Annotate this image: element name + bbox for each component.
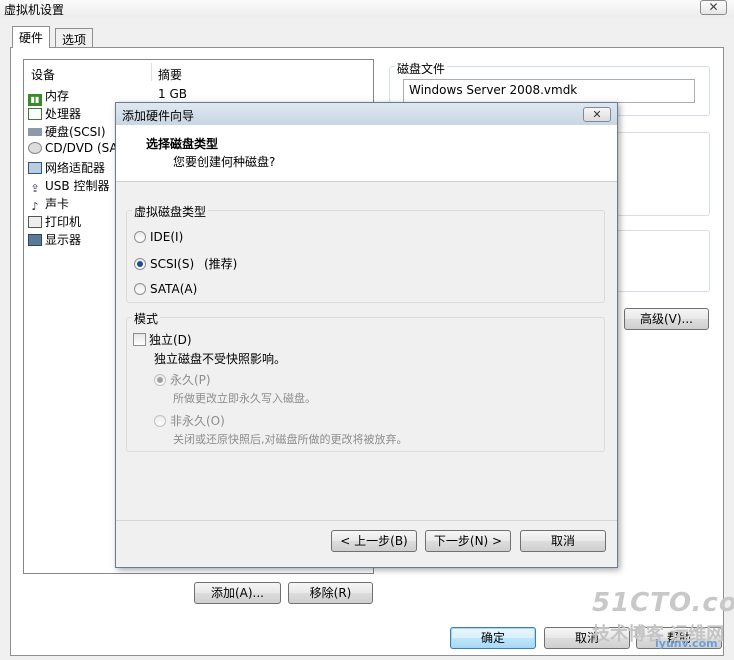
scsi-label: SCSI(S) — [150, 257, 195, 271]
nonpersistent-description: 关闭或还原快照后,对磁盘所做的更改将被放弃。 — [173, 433, 408, 446]
next-button[interactable]: 下一步(N) > — [425, 530, 511, 552]
tab-hardware[interactable]: 硬件 — [12, 26, 51, 48]
sata-option[interactable]: SATA(A) — [134, 282, 197, 296]
device-label: 显示器 — [45, 233, 82, 247]
window-titlebar — [0, 0, 734, 18]
device-row-cd-dvd[interactable]: CD/DVD (SA — [28, 141, 118, 159]
wizard-subheading: 您要创建何种磁盘? — [173, 155, 276, 169]
nonpersistent-label: 非永久(O) — [170, 414, 225, 428]
device-label: 声卡 — [45, 197, 70, 211]
device-label: USB 控制器 — [45, 179, 110, 193]
usb-icon: ⇪ — [30, 182, 40, 195]
device-row-printer[interactable]: 打印机 — [28, 213, 81, 231]
wizard-close-button[interactable]: ✕ — [583, 107, 611, 122]
sata-label: SATA(A) — [150, 282, 198, 296]
column-header-device[interactable]: 设备 — [31, 66, 55, 83]
display-icon — [28, 234, 42, 246]
cd-dvd-icon — [28, 142, 42, 154]
device-row-memory[interactable]: ▮▮ 内存 — [28, 87, 70, 106]
wizard-footer-divider — [116, 520, 617, 521]
nonpersistent-radio[interactable] — [154, 415, 166, 427]
ok-button[interactable]: 确定 — [450, 627, 536, 649]
device-summary-memory: 1 GB — [158, 87, 187, 101]
independent-option[interactable]: 独立(D) — [133, 331, 192, 348]
persistent-description: 所做更改立即永久写入磁盘。 — [173, 392, 316, 405]
recommended-note: (推荐) — [203, 257, 238, 271]
advanced-button[interactable]: 高级(V)... — [624, 308, 709, 330]
persistent-label: 永久(P) — [170, 373, 211, 387]
sata-radio[interactable] — [134, 283, 146, 295]
remove-button[interactable]: 移除(R) — [288, 582, 373, 604]
watermark-iyunv: iyunv.com — [655, 637, 718, 650]
independent-label: 独立(D) — [149, 333, 192, 347]
add-button[interactable]: 添加(A)... — [194, 582, 281, 604]
disk-file-label: 磁盘文件 — [395, 60, 448, 77]
mode-group-label: 模式 — [132, 310, 161, 327]
disk-type-group-label: 虚拟磁盘类型 — [132, 203, 209, 220]
window-title: 虚拟机设置 — [4, 3, 65, 17]
network-adapter-icon — [28, 162, 42, 174]
printer-icon — [28, 216, 42, 228]
tab-options[interactable]: 选项 — [55, 28, 94, 48]
hard-disk-icon — [28, 128, 42, 136]
device-row-display[interactable]: 显示器 — [28, 231, 81, 249]
column-header-summary[interactable]: 摘要 — [158, 66, 182, 83]
device-label: 硬盘(SCSI) — [45, 125, 106, 139]
window-close-button[interactable]: ✕ — [700, 0, 727, 15]
back-button[interactable]: < 上一步(B) — [331, 530, 417, 552]
ide-label: IDE(I) — [150, 230, 184, 244]
ide-radio[interactable] — [134, 231, 146, 243]
scsi-radio[interactable] — [134, 258, 146, 270]
scsi-option[interactable]: SCSI(S) (推荐) — [134, 255, 237, 272]
device-label: 内存 — [45, 89, 70, 103]
device-row-usb[interactable]: ⇪ USB 控制器 — [28, 177, 109, 195]
device-row-processor[interactable]: 处理器 — [28, 105, 81, 123]
watermark-51cto: 51CTO.com — [592, 588, 734, 618]
wizard-heading: 选择磁盘类型 — [146, 137, 219, 151]
device-label: CD/DVD (SA — [45, 141, 118, 155]
nonpersistent-option[interactable]: 非永久(O) — [154, 412, 225, 429]
sound-icon: ♪ — [31, 200, 39, 213]
wizard-cancel-button[interactable]: 取消 — [520, 530, 606, 552]
device-label: 打印机 — [45, 215, 82, 229]
device-row-network-adapter[interactable]: 网络适配器 — [28, 159, 105, 177]
column-separator — [151, 63, 152, 81]
wizard-title: 添加硬件向导 — [122, 109, 195, 123]
processor-icon — [28, 108, 42, 120]
independent-checkbox[interactable] — [133, 333, 146, 346]
device-label: 网络适配器 — [45, 161, 106, 175]
device-row-hard-disk[interactable]: 硬盘(SCSI) — [28, 123, 106, 141]
ide-option[interactable]: IDE(I) — [134, 230, 183, 244]
device-row-sound[interactable]: ♪ 声卡 — [28, 195, 69, 213]
persistent-radio[interactable] — [154, 374, 166, 386]
device-label: 处理器 — [45, 107, 82, 121]
disk-file-field[interactable]: Windows Server 2008.vmdk — [403, 79, 695, 103]
persistent-option[interactable]: 永久(P) — [154, 371, 211, 388]
independent-description: 独立磁盘不受快照影响。 — [154, 352, 287, 366]
